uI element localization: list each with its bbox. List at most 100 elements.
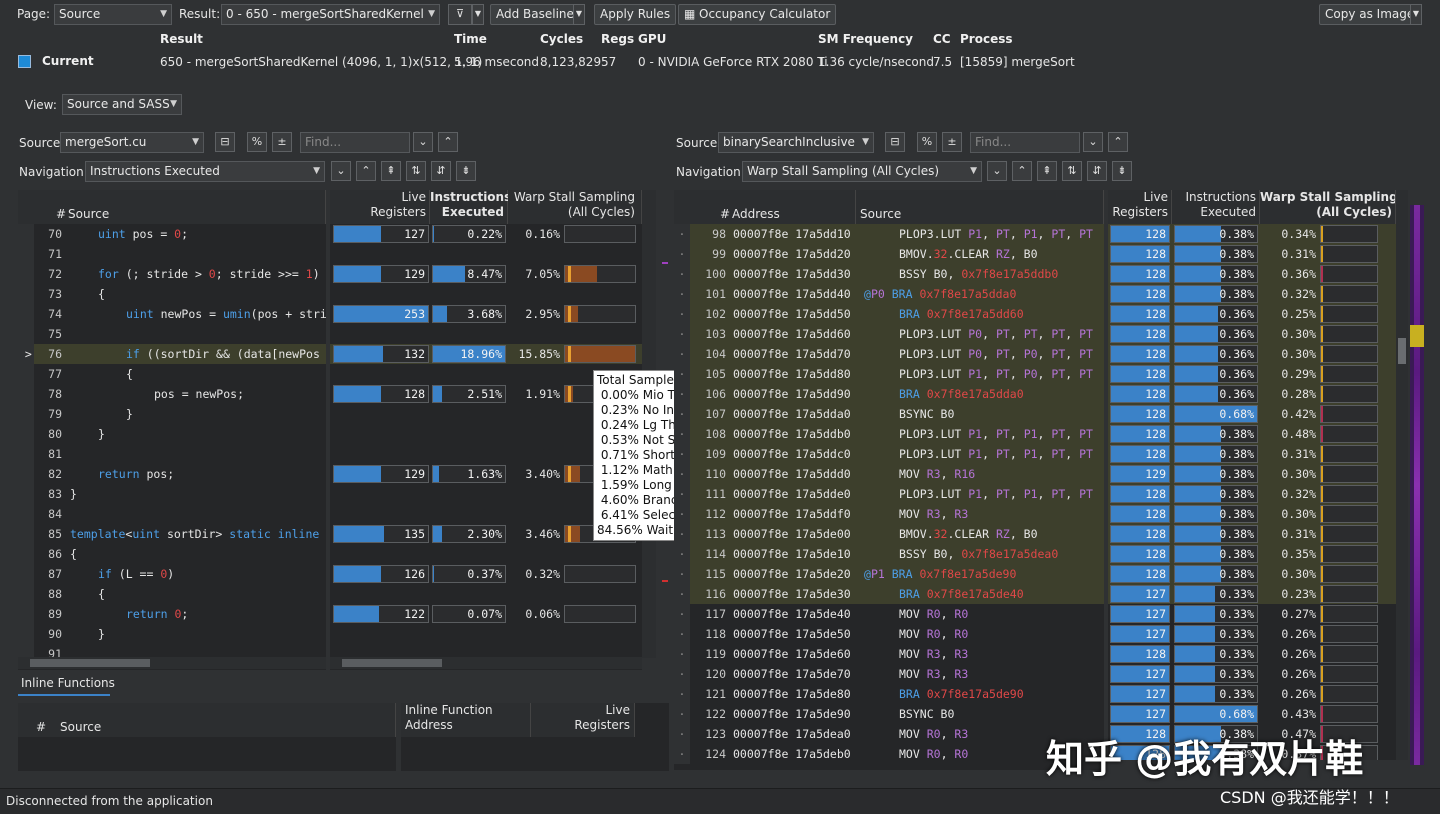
metrics-row[interactable]: 128 0.38% 0.31%	[1108, 444, 1396, 464]
find-prev-button[interactable]: ⌄	[413, 132, 433, 152]
metrics-row[interactable]: 127 0.33% 0.26%	[1108, 664, 1396, 684]
right-collapse-button[interactable]: ⊟	[885, 132, 905, 152]
apply-rules-button[interactable]: Apply Rules	[594, 4, 677, 25]
sass-line[interactable]: · 110 00007f8e 17a5ddd0 MOV R3, R16	[674, 464, 1104, 484]
metrics-row[interactable]: 128 0.38% 0.30%	[1108, 564, 1396, 584]
metrics-row[interactable]: 129 8.47% 7.05%	[330, 264, 642, 284]
source-line[interactable]: 70 uint pos = 0;	[18, 224, 326, 244]
right-find-prev-button[interactable]: ⌄	[1083, 132, 1103, 152]
source-line[interactable]: 80}	[18, 424, 326, 444]
right-nav-min-button[interactable]: ⇟	[1112, 161, 1132, 181]
source-line[interactable]: 75	[18, 324, 326, 344]
line-gutter[interactable]: ·	[674, 724, 690, 744]
line-gutter[interactable]: ·	[674, 364, 690, 384]
sass-line[interactable]: · 104 00007f8e 17a5dd70 PLOP3.LUT P0, PT, P…	[674, 344, 1104, 364]
line-gutter[interactable]: ·	[674, 504, 690, 524]
line-gutter[interactable]	[18, 224, 34, 244]
line-gutter[interactable]	[18, 264, 34, 284]
line-gutter[interactable]	[18, 584, 34, 604]
metrics-row[interactable]: 128 0.38% 0.31%	[1108, 524, 1396, 544]
line-gutter[interactable]	[18, 564, 34, 584]
sass-line[interactable]: · 118 00007f8e 17a5de50 MOV R0, R0	[674, 624, 1104, 644]
right-nav-max-button[interactable]: ⇞	[1037, 161, 1057, 181]
nav-sort-down-button[interactable]: ⇵	[431, 161, 451, 181]
left-hscrollbar[interactable]	[18, 657, 326, 669]
left-source-select[interactable]: mergeSort.cu ▼	[60, 132, 204, 153]
line-gutter[interactable]: ·	[674, 324, 690, 344]
line-gutter[interactable]: ·	[674, 404, 690, 424]
metrics-row[interactable]: 128 0.68% 0.42%	[1108, 404, 1396, 424]
metrics-row[interactable]: 126 0.37% 0.32%	[330, 564, 642, 584]
source-line[interactable]: 88 {	[18, 584, 326, 604]
metrics-row[interactable]: 128 0.38% 0.31%	[1108, 244, 1396, 264]
sass-line[interactable]: · 100 00007f8e 17a5dd30 BSSY B0, 0x7f8e17a5…	[674, 264, 1104, 284]
line-gutter[interactable]	[18, 404, 34, 424]
line-gutter[interactable]: ·	[674, 464, 690, 484]
metrics-row[interactable]: 128 0.33% 0.26%	[1108, 644, 1396, 664]
right-nav-up-button[interactable]: ⌃	[1012, 161, 1032, 181]
source-line[interactable]: 79}	[18, 404, 326, 424]
metrics-row[interactable]: 128 0.36% 0.25%	[1108, 304, 1396, 324]
line-gutter[interactable]: ·	[674, 264, 690, 284]
right-nav-sort-up-button[interactable]: ⇅	[1062, 161, 1082, 181]
metrics-row[interactable]: 128 0.38% 0.32%	[1108, 284, 1396, 304]
nav-min-button[interactable]: ⇟	[456, 161, 476, 181]
line-gutter[interactable]	[18, 464, 34, 484]
sass-line[interactable]: · 119 00007f8e 17a5de60 MOV R3, R3	[674, 644, 1104, 664]
line-gutter[interactable]	[18, 284, 34, 304]
right-nav-select[interactable]: Warp Stall Sampling (All Cycles) ▼	[742, 161, 982, 182]
metrics-row[interactable]: 128 0.38% 0.32%	[1108, 484, 1396, 504]
right-source-select[interactable]: binarySearchInclusive ▼	[718, 132, 874, 153]
sass-line[interactable]: · 116 00007f8e 17a5de30 BRA 0x7f8e17a5de40	[674, 584, 1104, 604]
metrics-row[interactable]: 128 0.36% 0.28%	[1108, 384, 1396, 404]
source-line[interactable]: 87 if (L == 0)	[18, 564, 326, 584]
filter-dropdown[interactable]: ▼	[472, 4, 484, 25]
line-gutter[interactable]: ·	[674, 444, 690, 464]
line-gutter[interactable]: ·	[674, 624, 690, 644]
copy-as-image-button[interactable]: Copy as Image	[1319, 4, 1421, 25]
metrics-row[interactable]: 127 0.22% 0.16%	[330, 224, 642, 244]
nav-up-button[interactable]: ⌃	[356, 161, 376, 181]
metrics-row[interactable]: 128 0.38% 0.30%	[1108, 504, 1396, 524]
sass-line[interactable]: · 117 00007f8e 17a5de40 MOV R0, R0	[674, 604, 1104, 624]
sass-line[interactable]: · 98 00007f8e 17a5dd10 PLOP3.LUT P1, PT, P1…	[674, 224, 1104, 244]
metrics-row[interactable]: 127 0.68% 0.43%	[1108, 704, 1396, 724]
source-line[interactable]: 71	[18, 244, 326, 264]
line-gutter[interactable]	[18, 384, 34, 404]
scroll-thumb[interactable]	[30, 659, 150, 667]
left-nav-select[interactable]: Instructions Executed ▼	[85, 161, 325, 182]
line-gutter[interactable]: ·	[674, 544, 690, 564]
collapse-button[interactable]: ⊟	[215, 132, 235, 152]
line-gutter[interactable]	[18, 604, 34, 624]
filter-button[interactable]: ⊽	[448, 4, 472, 25]
copy-image-dropdown[interactable]: ▼	[1410, 4, 1422, 25]
source-line[interactable]: 73 {	[18, 284, 326, 304]
sass-line[interactable]: · 103 00007f8e 17a5dd60 PLOP3.LUT P0, PT, P…	[674, 324, 1104, 344]
view-select[interactable]: Source and SASS ▼	[62, 94, 182, 115]
nav-down-button[interactable]: ⌄	[331, 161, 351, 181]
right-find-input[interactable]: Find...	[970, 132, 1080, 153]
result-select[interactable]: 0 - 650 - mergeSortSharedKernel ▼	[221, 4, 440, 25]
right-metrics-panel[interactable]: Live Registers Instructions Executed War…	[1108, 190, 1396, 760]
source-line[interactable]: 81	[18, 444, 326, 464]
right-sass-panel[interactable]: # Address Source · 98 00007f8e 17a5dd10 PLO…	[674, 190, 1104, 770]
metrics-row[interactable]: 127 0.33% 0.26%	[1108, 624, 1396, 644]
sass-line[interactable]: · 111 00007f8e 17a5dde0 PLOP3.LUT P1, PT, P…	[674, 484, 1104, 504]
line-gutter[interactable]	[18, 544, 34, 564]
scroll-thumb[interactable]	[342, 659, 442, 667]
line-gutter[interactable]	[18, 424, 34, 444]
line-gutter[interactable]: ·	[674, 704, 690, 724]
right-nav-down-button[interactable]: ⌄	[987, 161, 1007, 181]
metrics-row[interactable]: 127 0.33% 0.26%	[1108, 684, 1396, 704]
metrics-row[interactable]: 127 0.33% 0.23%	[1108, 584, 1396, 604]
minimap-strip[interactable]	[1410, 205, 1424, 765]
right-nav-sort-down-button[interactable]: ⇵	[1087, 161, 1107, 181]
sass-line[interactable]: · 122 00007f8e 17a5de90 BSYNC B0	[674, 704, 1104, 724]
left-source-panel[interactable]: # Source 70 uint pos = 0; 71 72 for (; strid…	[18, 190, 326, 670]
source-line[interactable]: 86 {	[18, 544, 326, 564]
line-gutter[interactable]: ·	[674, 224, 690, 244]
left-metrics-hscrollbar[interactable]	[330, 657, 642, 669]
source-line[interactable]: 82 return pos;	[18, 464, 326, 484]
tab-inline-functions[interactable]: Inline Functions	[18, 676, 115, 696]
sass-line[interactable]: · 112 00007f8e 17a5ddf0 MOV R3, R3	[674, 504, 1104, 524]
